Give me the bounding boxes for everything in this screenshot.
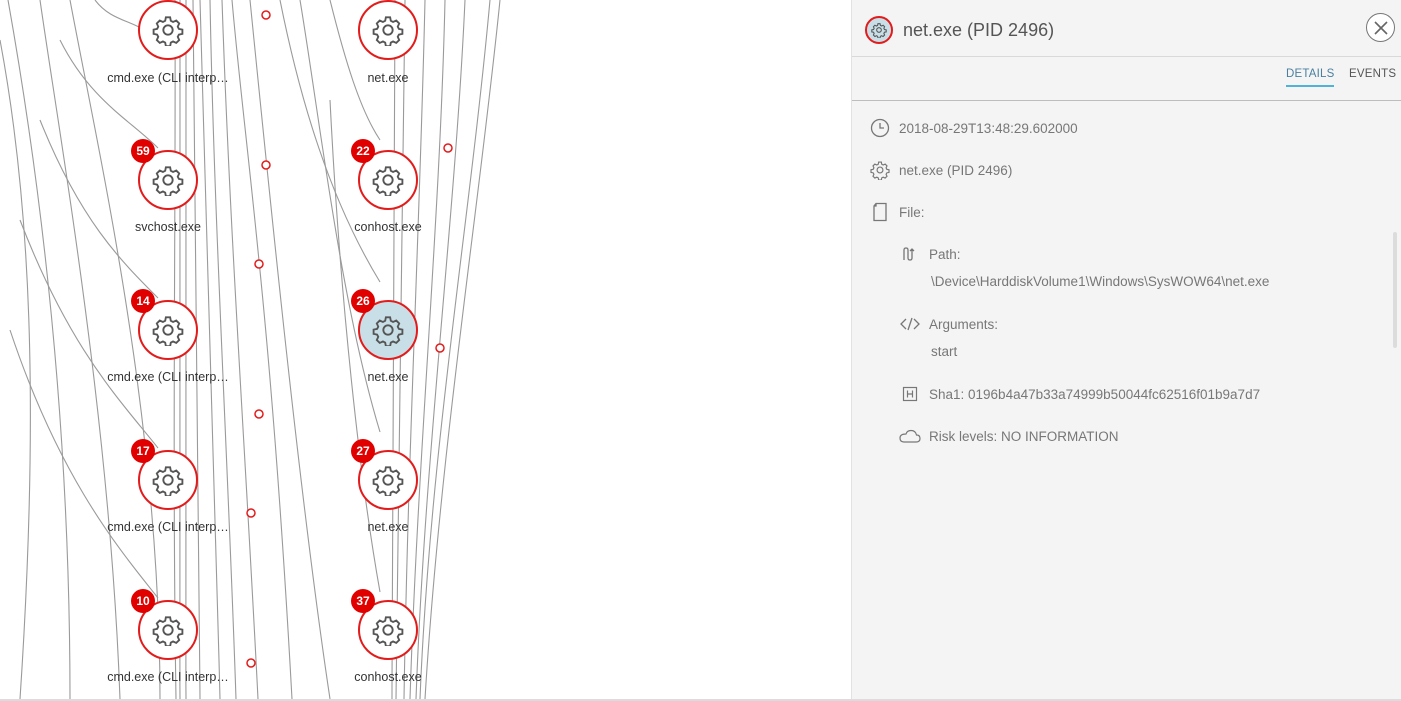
node-circle[interactable] <box>138 0 198 60</box>
event-count-badge: 59 <box>131 139 155 163</box>
node-label: cmd.exe (CLI interp… <box>107 520 229 534</box>
panel-tabs: DETAILS EVENTS <box>852 57 1401 101</box>
process-value: net.exe (PID 2496) <box>899 162 1013 178</box>
file-row: File: <box>869 201 925 223</box>
panel-header: net.exe (PID 2496) <box>852 0 1401 57</box>
gear-icon <box>871 23 887 38</box>
process-node-net-selected[interactable]: 26 net.exe <box>351 289 418 384</box>
gear-icon <box>152 316 184 346</box>
event-count-badge: 17 <box>131 439 155 463</box>
sha1-value: Sha1: 0196b4a47b33a74999b50044fc62516f01… <box>929 386 1261 402</box>
panel-scrollbar[interactable] <box>1393 232 1397 348</box>
file-label: File: <box>899 204 925 220</box>
gear-icon <box>372 616 404 646</box>
code-icon <box>899 313 921 335</box>
node-label: cmd.exe (CLI interp… <box>107 370 229 384</box>
timestamp-value: 2018-08-29T13:48:29.602000 <box>899 120 1078 136</box>
process-node-cmd[interactable]: cmd.exe (CLI interp… <box>107 0 229 85</box>
details-panel: net.exe (PID 2496) DETAILS EVENTS 2018-0… <box>851 0 1401 699</box>
node-label: conhost.exe <box>354 220 422 234</box>
path-row: Path: <box>899 243 961 265</box>
node-label: net.exe <box>367 71 409 85</box>
tab-details[interactable]: DETAILS <box>1286 68 1335 87</box>
arguments-row: Arguments: <box>899 313 998 335</box>
gear-icon <box>372 16 404 46</box>
process-node-cmd[interactable]: 14 cmd.exe (CLI interp… <box>107 289 229 384</box>
close-button[interactable] <box>1366 13 1395 42</box>
clock-icon <box>869 117 891 139</box>
gear-icon <box>372 316 404 346</box>
process-graph-canvas[interactable]: cmd.exe (CLI interp… net.exe 59 svchost.… <box>0 0 851 699</box>
gear-icon <box>152 466 184 496</box>
gear-icon <box>869 159 891 181</box>
path-icon <box>899 243 921 265</box>
process-node-cmd[interactable]: 17 cmd.exe (CLI interp… <box>107 439 229 534</box>
process-node-conhost[interactable]: 37 conhost.exe <box>351 589 422 684</box>
file-icon <box>869 201 891 223</box>
event-count-badge: 14 <box>131 289 155 313</box>
app-root: cmd.exe (CLI interp… net.exe 59 svchost.… <box>0 0 1401 701</box>
node-label: conhost.exe <box>354 670 422 684</box>
arguments-value: start <box>931 344 958 359</box>
risk-row: Risk levels: NO INFORMATION <box>899 425 1119 447</box>
gear-icon <box>372 166 404 196</box>
gear-icon <box>152 16 184 46</box>
sha1-row: Sha1: 0196b4a47b33a74999b50044fc62516f01… <box>899 383 1260 405</box>
event-count-badge: 10 <box>131 589 155 613</box>
event-count-badge: 27 <box>351 439 375 463</box>
process-node-net[interactable]: net.exe <box>358 0 418 85</box>
cloud-icon <box>899 425 921 447</box>
close-icon <box>1373 20 1388 35</box>
process-row: net.exe (PID 2496) <box>869 159 1012 181</box>
path-value: \Device\HarddiskVolume1\Windows\SysWOW64… <box>931 274 1270 289</box>
path-label: Path: <box>929 246 961 262</box>
process-node-icon <box>865 16 893 44</box>
gear-icon <box>152 166 184 196</box>
gear-icon <box>152 616 184 646</box>
event-count-badge: 22 <box>351 139 375 163</box>
process-node-conhost[interactable]: 22 conhost.exe <box>351 139 422 234</box>
timestamp-row: 2018-08-29T13:48:29.602000 <box>869 117 1078 139</box>
process-node-net[interactable]: 27 net.exe <box>351 439 418 534</box>
node-label: cmd.exe (CLI interp… <box>107 670 229 684</box>
event-count-badge: 26 <box>351 289 375 313</box>
node-circle[interactable] <box>358 0 418 60</box>
graph-edges <box>0 0 501 699</box>
node-label: svchost.exe <box>134 220 201 234</box>
event-count-badge: 37 <box>351 589 375 613</box>
risk-value: Risk levels: NO INFORMATION <box>929 428 1119 444</box>
process-node-svchost[interactable]: 59 svchost.exe <box>131 139 201 234</box>
gear-icon <box>372 466 404 496</box>
arguments-label: Arguments: <box>929 316 999 332</box>
process-node-cmd[interactable]: 10 cmd.exe (CLI interp… <box>107 589 229 684</box>
panel-title: net.exe (PID 2496) <box>903 20 1055 40</box>
node-label: net.exe <box>367 520 409 534</box>
hash-icon <box>899 383 921 405</box>
tab-events[interactable]: EVENTS <box>1349 68 1396 80</box>
node-label: cmd.exe (CLI interp… <box>107 71 229 85</box>
node-label: net.exe <box>367 370 409 384</box>
